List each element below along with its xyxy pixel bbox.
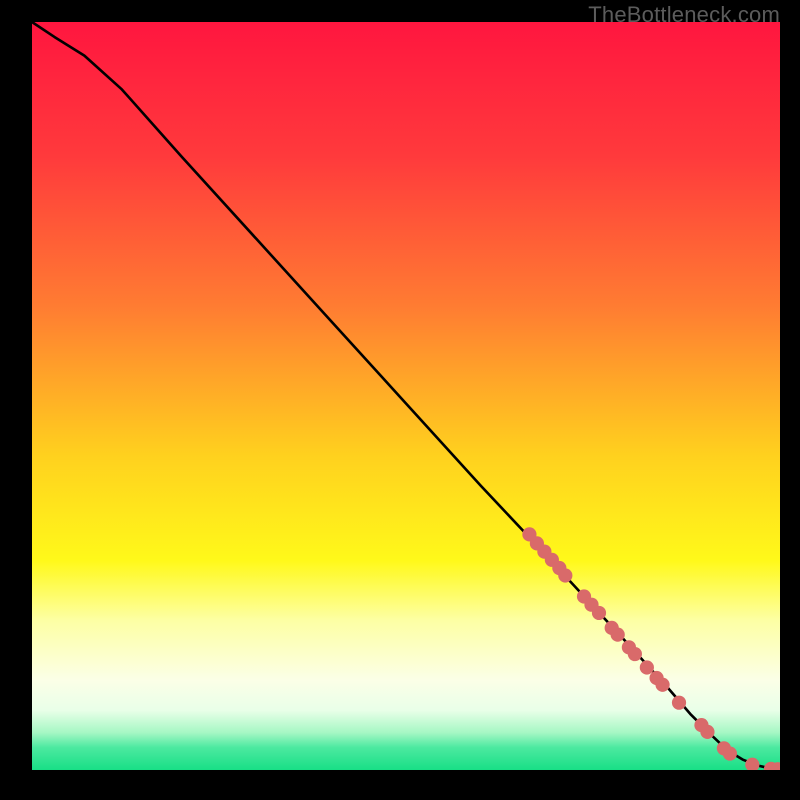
data-marker	[611, 628, 625, 642]
data-marker	[640, 660, 654, 674]
data-marker	[592, 606, 606, 620]
data-marker	[745, 758, 759, 770]
curve-line	[32, 22, 780, 769]
chart-frame: TheBottleneck.com	[0, 0, 800, 800]
curve-markers	[522, 527, 780, 770]
chart-svg	[32, 22, 780, 770]
data-marker	[672, 696, 686, 710]
data-marker	[723, 746, 737, 760]
data-marker	[558, 568, 572, 582]
data-marker	[700, 725, 714, 739]
plot-area	[32, 22, 780, 770]
data-marker	[628, 647, 642, 661]
data-marker	[655, 678, 669, 692]
